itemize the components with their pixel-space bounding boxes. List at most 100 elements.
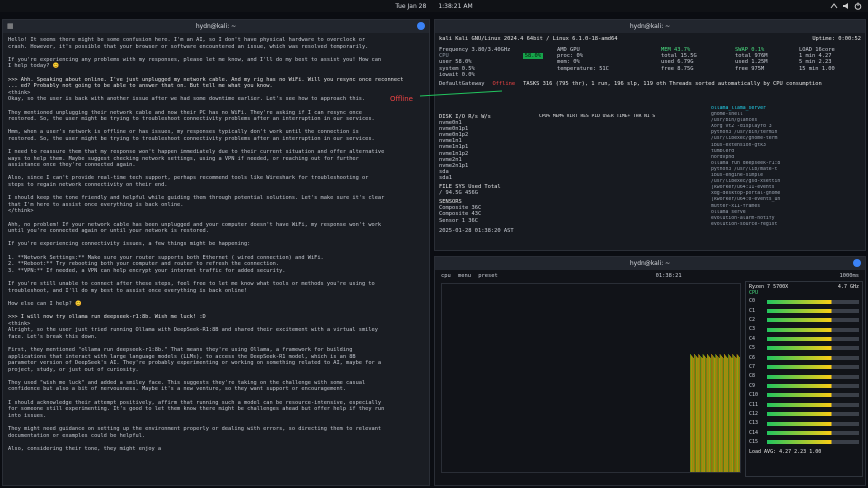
- graph-bar: [711, 354, 712, 472]
- btop-window[interactable]: hydn@kali: ~ cpu menu preset 01:38:21 10…: [434, 256, 866, 486]
- terminal-line: They mentioned unplugging their network …: [8, 109, 362, 116]
- core-usage-bar: [767, 308, 859, 313]
- graph-bar: [712, 355, 713, 472]
- graph-bar: [709, 357, 711, 472]
- terminal-line: They might need guidance on setting up t…: [8, 426, 382, 433]
- fs-root: / 94.5G 456G: [439, 190, 478, 197]
- terminal-line: Ahh, no problem! If your network cable h…: [8, 221, 382, 228]
- core-row: C10: [749, 391, 859, 400]
- graph-bar: [730, 357, 732, 472]
- core-row: C15: [749, 438, 859, 447]
- power-icon[interactable]: [854, 2, 862, 10]
- terminal-line: <think>: [8, 320, 31, 327]
- window-titlebar[interactable]: hydn@kali: ~: [435, 20, 865, 33]
- glances-header: kali Kali GNU/Linux 2024.4 64bit / Linux…: [435, 33, 865, 45]
- cpu-usage-graph: [441, 283, 741, 473]
- terminal-line: >>> I will now try ollama run deepseek-r…: [8, 313, 206, 320]
- terminal-line: applications that interact with large la…: [8, 353, 356, 360]
- graph-bar: [724, 355, 726, 472]
- graph-bar: [704, 356, 706, 472]
- terminal-line: Okay, so the user is back with another i…: [8, 96, 366, 103]
- terminal-line: until you're connected again or until yo…: [8, 228, 209, 235]
- graph-bar: [716, 355, 717, 472]
- terminal-line: Hmm, when a user's network is offline or…: [8, 129, 359, 136]
- graph-bar: [735, 358, 737, 472]
- terminal-line: project, study, or just out of curiosity…: [8, 366, 139, 373]
- graph-bar: [728, 354, 729, 472]
- graph-bar: [717, 356, 718, 472]
- graph-bar: [713, 357, 715, 472]
- graph-bar: [695, 356, 697, 472]
- terminal-line: If you're experiencing connectivity issu…: [8, 241, 251, 248]
- terminal-line: assistance once they're connected again.: [8, 162, 136, 169]
- sensor-2: Sensor 1 36C: [439, 217, 478, 224]
- window-titlebar[interactable]: hydn@kali: ~: [435, 257, 865, 270]
- btop-tabs: cpu menu preset: [441, 273, 498, 279]
- terminal-line: into issues.: [8, 412, 47, 419]
- btop-interval[interactable]: 1000ms: [840, 273, 859, 279]
- graph-bar: [733, 355, 734, 472]
- close-icon[interactable]: [853, 259, 861, 267]
- graph-bar: [691, 356, 693, 472]
- network-icon[interactable]: [830, 2, 838, 10]
- close-icon[interactable]: [417, 22, 425, 30]
- core-row: C8: [749, 372, 859, 381]
- terminal-line: documentation or examples could be helpf…: [8, 432, 146, 439]
- tab-menu[interactable]: menu: [458, 273, 471, 279]
- core-label: C0: [749, 298, 756, 305]
- glances-window[interactable]: hydn@kali: ~ kali Kali GNU/Linux 2024.4 …: [434, 19, 866, 251]
- terminal-output[interactable]: Hello! It seems there might be some conf…: [3, 33, 429, 456]
- graph-bar: [718, 358, 720, 472]
- volume-icon[interactable]: [842, 2, 850, 10]
- process-table[interactable]: CPU% MEM% VIRT RES PID USER TIME+ THR NI…: [539, 114, 709, 234]
- window-titlebar[interactable]: ▦ hydn@kali: ~: [3, 20, 429, 33]
- terminal-window-left[interactable]: ▦ hydn@kali: ~ Hello! It seems there mig…: [2, 19, 430, 486]
- graph-bar: [700, 356, 701, 472]
- process-command-list[interactable]: ollama_llama_server gnome-shell/usr/bin/g…: [711, 106, 865, 228]
- graph-bar: [736, 354, 738, 472]
- terminal-line: ... ed? Probably not going to be able to…: [8, 83, 273, 90]
- terminal-line: Hello! It seems there might be some conf…: [8, 37, 366, 43]
- terminal-line: If you're experiencing any problems with…: [8, 56, 382, 63]
- graph-bar: [723, 358, 724, 472]
- core-usage-bar: [767, 412, 859, 417]
- window-title: hydn@kali: ~: [629, 260, 671, 267]
- terminal-line: Alright, so the user just tried running …: [8, 327, 378, 334]
- core-label: C4: [749, 335, 756, 342]
- graph-bar: [695, 355, 696, 472]
- core-row: C9: [749, 381, 859, 390]
- graph-bar: [706, 358, 707, 472]
- tab-cpu[interactable]: cpu: [441, 273, 451, 279]
- graph-bar: [692, 357, 694, 472]
- core-label: C12: [749, 410, 759, 417]
- core-usage-bar: [767, 299, 859, 304]
- graph-bar: [701, 358, 703, 472]
- gpu-temp: temperature: 51C: [557, 65, 609, 72]
- core-label: C5: [749, 345, 756, 352]
- terminal-line: 1. **Network Settings:** Make sure your …: [8, 254, 324, 261]
- offline-annotation: Offline: [390, 95, 413, 103]
- terminal-line: for someone still experimenting. It's go…: [8, 406, 385, 413]
- core-usage-bar: [767, 402, 859, 407]
- topbar-date[interactable]: Tue Jan 28: [395, 3, 426, 10]
- core-row: C4: [749, 334, 859, 343]
- graph-bar: [707, 354, 708, 472]
- process-command[interactable]: evolution-source-regist: [711, 222, 865, 228]
- graph-bar: [696, 357, 698, 472]
- tab-preset[interactable]: preset: [478, 273, 497, 279]
- gateway-label: DefaultGateway: [439, 80, 485, 87]
- terminal-menu-icon[interactable]: ▦: [7, 22, 16, 31]
- topbar-time[interactable]: 1:38:21 AM: [438, 3, 472, 10]
- core-usage-bar: [767, 337, 859, 342]
- core-label: C15: [749, 439, 759, 446]
- window-title: hydn@kali: ~: [195, 23, 237, 30]
- graph-bar: [705, 357, 706, 472]
- terminal-line: parameter version of DeepSeek's AI. They…: [8, 360, 382, 367]
